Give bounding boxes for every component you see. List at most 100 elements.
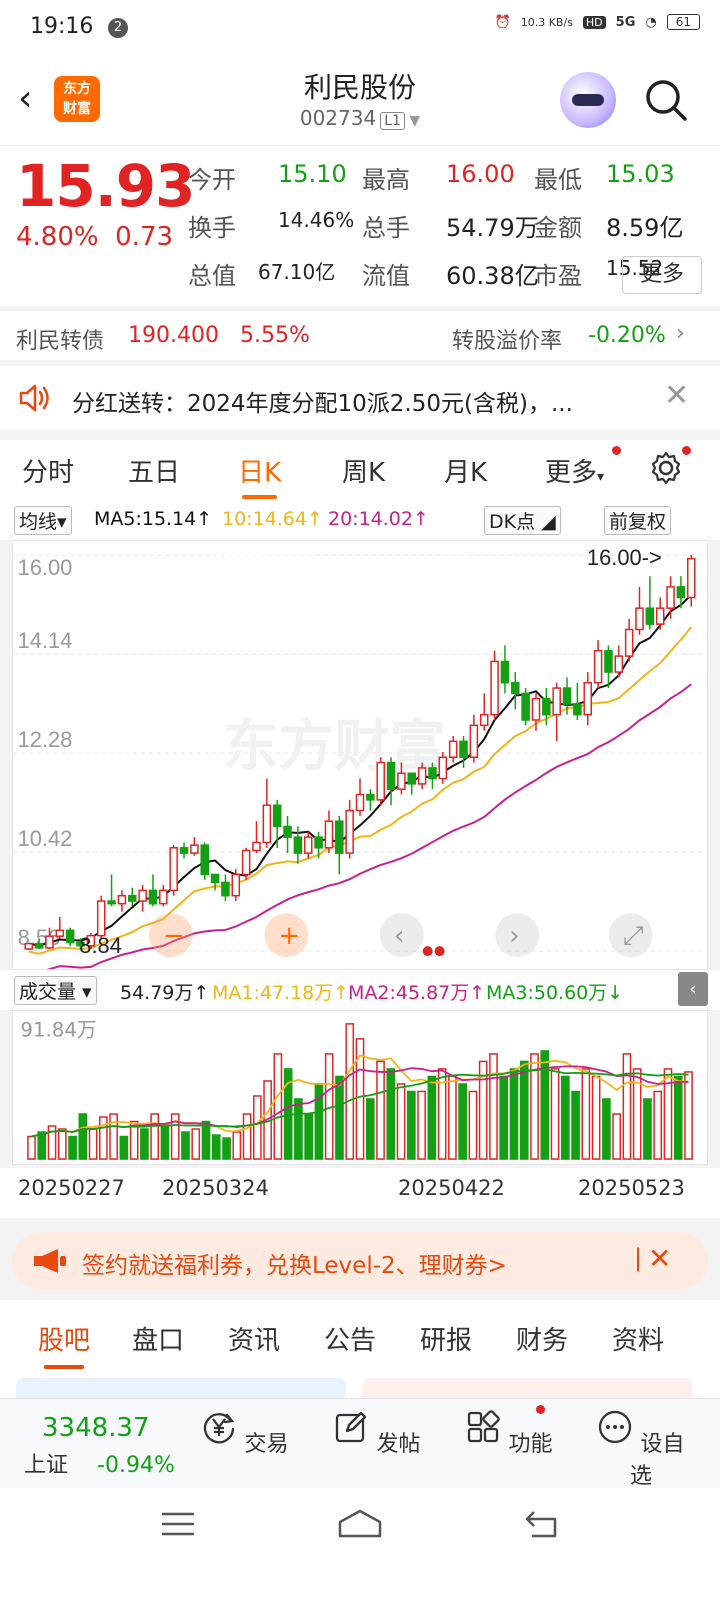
promo-banner[interactable]: 签约就送福利券，兑换Level-2、理财券> | ✕	[12, 1232, 708, 1290]
candle-body	[45, 935, 54, 949]
back-nav-icon[interactable]	[524, 1508, 560, 1540]
y-tick-label: 12.28	[18, 727, 73, 752]
tab-orderbook[interactable]: 盘口	[132, 1320, 184, 1357]
volume-bar	[509, 1068, 519, 1160]
promo-text: 签约就送福利券，兑换Level-2、理财券>	[82, 1253, 507, 1279]
candle-body	[686, 557, 696, 599]
trade-button[interactable]: 交易	[200, 1409, 290, 1458]
index-pct: -0.94%	[97, 1453, 175, 1478]
close-icon[interactable]: ✕	[664, 378, 689, 413]
tab-forum[interactable]: 股吧	[38, 1320, 90, 1369]
post-label: 发帖	[376, 1432, 421, 1457]
vol-ma2: MA2:45.87万↑	[348, 982, 486, 1004]
candle-body	[241, 849, 251, 876]
stock-header: ‹ 东方财富 利民股份 002734 L1 ▼	[0, 56, 720, 146]
volume-bar	[396, 1083, 406, 1160]
volume-bar	[581, 1068, 591, 1160]
volume-bar	[181, 1131, 190, 1160]
tab-research[interactable]: 研报	[420, 1320, 472, 1357]
volume-bar	[99, 1116, 108, 1160]
candle-body	[624, 628, 634, 657]
volume-bar	[160, 1125, 170, 1160]
candle-body	[562, 687, 572, 705]
dk-point-toggle[interactable]: DK点 ◢	[484, 506, 561, 535]
quote-value: 60.38亿	[446, 262, 539, 290]
volume-value: 54.79万↑	[120, 982, 210, 1004]
candle-body	[542, 697, 551, 716]
volume-bar	[519, 1060, 529, 1160]
ma20-value: 20:14.02↑	[328, 508, 429, 530]
candle-body	[376, 761, 385, 801]
candle-body	[407, 772, 417, 785]
volume-bar	[612, 1113, 621, 1160]
tab-monthly-k[interactable]: 月K	[444, 452, 487, 489]
watermark-text: 东方财富	[223, 714, 446, 779]
stock-code: 002734	[299, 106, 377, 130]
tab-daily-k[interactable]: 日K	[238, 452, 281, 499]
tab-more[interactable]: 更多▾	[545, 452, 604, 489]
more-button[interactable]: 更多	[622, 256, 702, 294]
candle-body	[231, 873, 241, 897]
post-button[interactable]: 发帖	[332, 1409, 422, 1458]
candle-body	[417, 767, 427, 785]
volume-bar	[191, 1128, 201, 1160]
volume-bar	[211, 1134, 221, 1160]
adjust-select[interactable]: 前复权	[604, 506, 672, 535]
candle-body	[179, 847, 189, 854]
indicator-select[interactable]: 均线▾	[14, 506, 72, 535]
candle-body	[366, 793, 375, 801]
status-time: 19:16	[30, 14, 94, 39]
caret-down-icon: ▾	[597, 469, 605, 485]
status-bar: 19:16 2 ⏰ 10.3 KB/s HD 5G ◔ 61	[0, 0, 720, 56]
volume-bar	[684, 1071, 693, 1160]
candle-body	[666, 586, 675, 609]
volume-bar	[643, 1098, 652, 1160]
candle-body	[469, 724, 479, 759]
volume-bar	[150, 1113, 160, 1160]
candle-body	[314, 836, 323, 849]
tab-financials[interactable]: 财务	[516, 1320, 568, 1357]
dividend-notice[interactable]: 分红送转：2024年度分配10派2.50元(含税)，... ✕	[0, 366, 720, 430]
search-icon[interactable]	[644, 78, 688, 122]
premium-value: -0.20%	[588, 323, 666, 348]
candle-body	[552, 687, 561, 716]
candle-body	[479, 713, 489, 727]
volume-select[interactable]: 成交量 ▾	[14, 976, 97, 1005]
candle-body	[221, 881, 230, 897]
convertible-bond-row[interactable]: 利民转债 190.400 5.55% 转股溢价率 -0.20% ›	[0, 310, 720, 360]
candle-body	[521, 692, 530, 721]
volume-bar	[499, 1075, 509, 1160]
add-watchlist-button[interactable]: 设自选	[596, 1409, 686, 1490]
quote-value: 67.10亿	[258, 260, 336, 284]
functions-button[interactable]: 功能	[464, 1409, 554, 1458]
tab-intraday[interactable]: 分时	[22, 452, 74, 489]
volume-bar	[345, 1023, 355, 1160]
volume-bar	[622, 1053, 632, 1160]
vol-ma3-text: MA3:50.60万	[486, 982, 608, 1004]
index-ticker[interactable]: 3348.37 上证 -0.94%	[24, 1413, 194, 1479]
tab-news[interactable]: 资讯	[228, 1320, 280, 1357]
volume-bar	[201, 1120, 211, 1160]
tab-five-day[interactable]: 五日	[128, 452, 180, 489]
settings-gear-icon[interactable]	[648, 450, 684, 486]
candle-body	[293, 836, 303, 854]
volume-bar	[222, 1137, 231, 1160]
vol-ma1: MA1:47.18万↑	[212, 982, 350, 1004]
tab-announcements[interactable]: 公告	[324, 1320, 376, 1357]
collapse-left-icon[interactable]: ‹	[678, 972, 708, 1006]
menu-icon[interactable]	[160, 1510, 196, 1538]
zoom-out-icon-glyph: −	[163, 921, 185, 951]
volume-chart[interactable]: 91.84万	[12, 1010, 708, 1165]
tab-profile[interactable]: 资料	[612, 1320, 664, 1357]
tab-weekly-k[interactable]: 周K	[342, 452, 385, 489]
close-promo-icon[interactable]: ✕	[648, 1242, 671, 1275]
ma5-text: MA5:15.14	[94, 508, 197, 530]
volume-bar	[653, 1090, 663, 1160]
home-icon[interactable]	[336, 1508, 384, 1540]
kline-chart[interactable]: 16.0014.1412.2810.428.56东方财富16.00->8.84−…	[12, 540, 708, 970]
date-label-2: 20250324	[162, 1176, 269, 1200]
assistant-avatar-icon[interactable]	[560, 72, 616, 128]
level-badge: L1	[380, 112, 405, 130]
alarm-icon: ⏰	[494, 14, 511, 30]
candle-body	[283, 825, 292, 838]
